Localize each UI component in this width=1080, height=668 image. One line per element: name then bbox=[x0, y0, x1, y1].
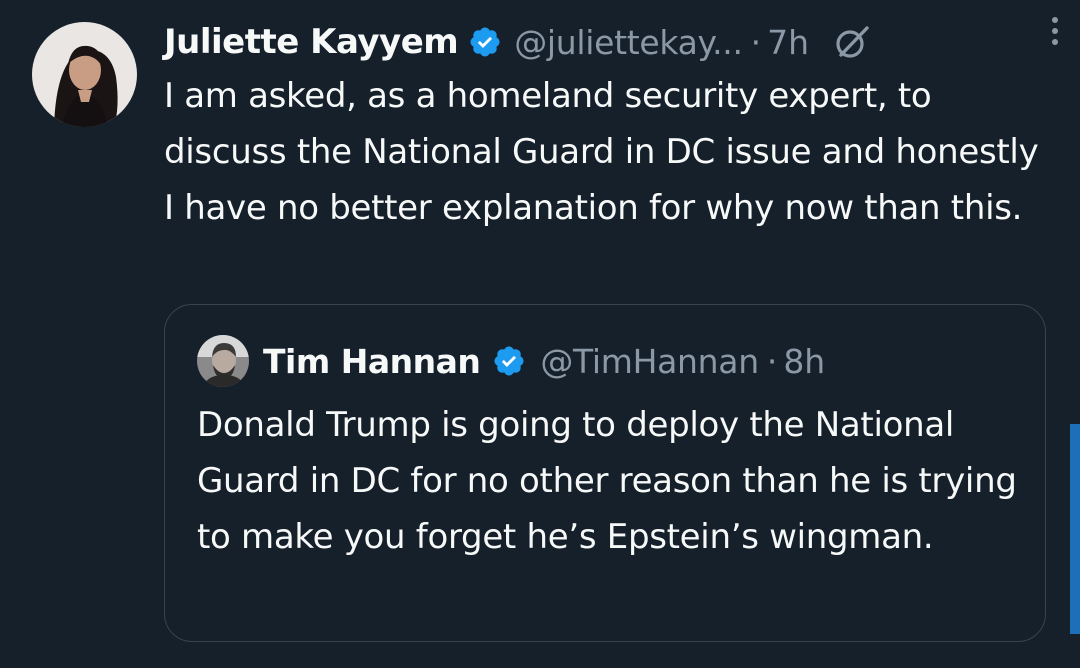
verified-badge-icon bbox=[468, 25, 502, 59]
separator-dot: · bbox=[766, 341, 778, 381]
scrollbar[interactable] bbox=[1070, 424, 1080, 634]
separator-dot: · bbox=[750, 22, 762, 62]
tweet-body-text: I am asked, as a homeland security exper… bbox=[164, 76, 1039, 228]
quoted-author-handle[interactable]: @TimHannan bbox=[540, 342, 759, 381]
quoted-tweet-card[interactable]: Tim Hannan @TimHannan · 8h Donald Trump … bbox=[164, 304, 1046, 642]
quoted-author-name[interactable]: Tim Hannan bbox=[263, 342, 481, 381]
quoted-author-avatar bbox=[197, 335, 249, 387]
grok-icon[interactable] bbox=[833, 23, 871, 61]
author-name[interactable]: Juliette Kayyem bbox=[164, 22, 459, 62]
quoted-tweet-timestamp[interactable]: 8h bbox=[783, 342, 825, 381]
more-vertical-icon[interactable] bbox=[1040, 10, 1070, 50]
tweet-timestamp[interactable]: 7h bbox=[767, 23, 809, 62]
author-handle[interactable]: @juliettekay... bbox=[514, 23, 743, 62]
quoted-tweet-header: Tim Hannan @TimHannan · 8h bbox=[197, 333, 825, 389]
quoted-tweet-body-text: Donald Trump is going to deploy the Nati… bbox=[197, 405, 1017, 557]
author-avatar[interactable] bbox=[32, 22, 137, 127]
tweet-header: Juliette Kayyem @juliettekay... · 7h bbox=[164, 14, 1054, 70]
verified-badge-icon bbox=[492, 344, 526, 378]
